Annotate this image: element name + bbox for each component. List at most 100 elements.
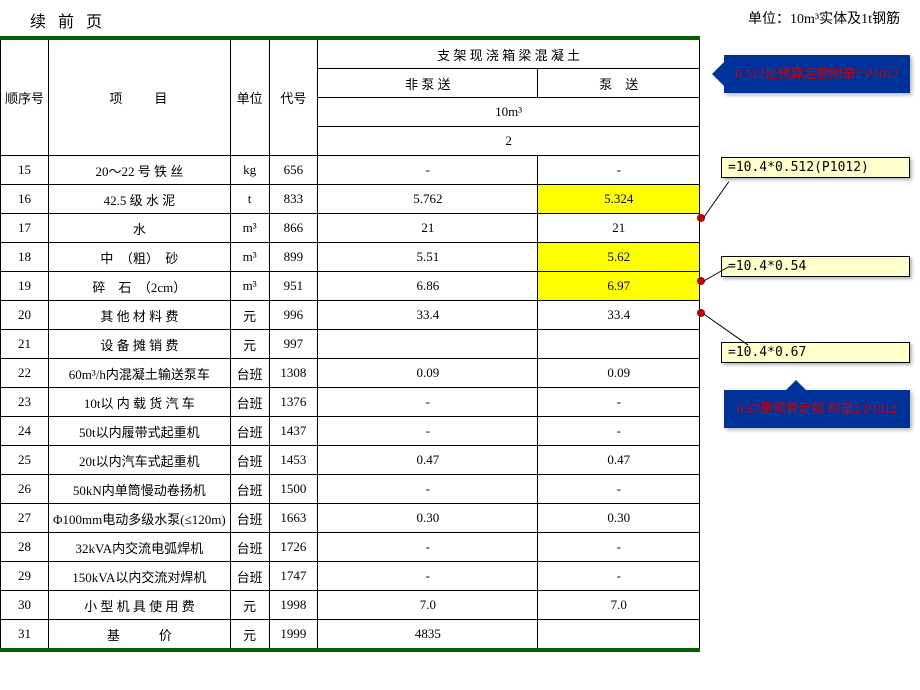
cell: -: [318, 562, 538, 591]
cell: 台班: [230, 417, 269, 446]
cell: 5.62: [538, 243, 700, 272]
col-unit: 单位: [230, 38, 269, 156]
cell: 16: [1, 185, 49, 214]
cell: -: [538, 562, 700, 591]
cell: 30: [1, 591, 49, 620]
cell: 台班: [230, 533, 269, 562]
cell: 1999: [269, 620, 318, 651]
cell: 元: [230, 330, 269, 359]
cell: -: [538, 156, 700, 185]
data-table: 顺序号 项 目 单位 代号 支 架 现 浇 箱 梁 混 凝 土 非 泵 送 泵 …: [0, 36, 700, 652]
cell: -: [318, 156, 538, 185]
cell: 1376: [269, 388, 318, 417]
cell: 42.5 级 水 泥: [49, 185, 231, 214]
cell: 元: [230, 620, 269, 651]
cell: 1500: [269, 475, 318, 504]
col-item: 项 目: [49, 38, 231, 156]
continued-label: 续 前 页: [30, 8, 106, 32]
cell: 6.97: [538, 272, 700, 301]
cell: 0.30: [538, 504, 700, 533]
note-2: =10.4*0.54: [721, 256, 910, 277]
cell: -: [318, 475, 538, 504]
cell: 1747: [269, 562, 318, 591]
cell: 866: [269, 214, 318, 243]
cell: 10t以 内 载 货 汽 车: [49, 388, 231, 417]
cell: 0.09: [318, 359, 538, 388]
cell: 1663: [269, 504, 318, 533]
table-row: 20其 他 材 料 费元99633.433.4: [1, 301, 700, 330]
cell: 18: [1, 243, 49, 272]
cell: 150kVA以内交流对焊机: [49, 562, 231, 591]
col-code2: 2: [318, 127, 700, 156]
cell: -: [318, 388, 538, 417]
cell: 台班: [230, 359, 269, 388]
callout-top: 0.512是预算定额附录2 P1012: [724, 55, 910, 93]
table-row: 21设 备 摊 销 费元997: [1, 330, 700, 359]
cell: 0.09: [538, 359, 700, 388]
table-row: 19碎 石 （2cm）m³9516.866.97: [1, 272, 700, 301]
cell: 17: [1, 214, 49, 243]
cell: 21: [538, 214, 700, 243]
cell: 碎 石 （2cm）: [49, 272, 231, 301]
cell: 996: [269, 301, 318, 330]
callout-bot: 0.67是预算定额 附录2 P1012: [724, 390, 910, 428]
cell: 0.47: [318, 446, 538, 475]
cell: [538, 620, 700, 651]
cell: 951: [269, 272, 318, 301]
cell: 28: [1, 533, 49, 562]
cell: 7.0: [538, 591, 700, 620]
cell: 21: [1, 330, 49, 359]
table-row: 1520～22 号 铁 丝kg656--: [1, 156, 700, 185]
col-sub1: 非 泵 送: [318, 69, 538, 98]
table-row: 30小 型 机 具 使 用 费元19987.07.0: [1, 591, 700, 620]
cell: m³: [230, 243, 269, 272]
cell: 元: [230, 301, 269, 330]
cell: 4835: [318, 620, 538, 651]
unit-label: 单位：10m³实体及1t钢筋: [748, 8, 900, 32]
cell: 50t以内履带式起重机: [49, 417, 231, 446]
cell: 0.30: [318, 504, 538, 533]
col-spec: 10m³: [318, 98, 700, 127]
table-body: 1520～22 号 铁 丝kg656--1642.5 级 水 泥t8335.76…: [1, 156, 700, 651]
col-sub2: 泵 送: [538, 69, 700, 98]
note-3: =10.4*0.67: [721, 342, 910, 363]
cell: 水: [49, 214, 231, 243]
table-row: 2450t以内履带式起重机台班1437--: [1, 417, 700, 446]
cell: 中 （粗） 砂: [49, 243, 231, 272]
cell: 25: [1, 446, 49, 475]
cell: 6.86: [318, 272, 538, 301]
cell: 22: [1, 359, 49, 388]
table-row: 31基 价元19994835: [1, 620, 700, 651]
cell: m³: [230, 272, 269, 301]
cell: kg: [230, 156, 269, 185]
cell: m³: [230, 214, 269, 243]
page-header: 续 前 页 单位：10m³实体及1t钢筋: [0, 0, 920, 36]
cell: 50kN内单筒慢动卷扬机: [49, 475, 231, 504]
cell: 24: [1, 417, 49, 446]
table-row: 1642.5 级 水 泥t8335.7625.324: [1, 185, 700, 214]
cell: 899: [269, 243, 318, 272]
cell: 台班: [230, 388, 269, 417]
table-row: 27Φ100mm电动多级水泵(≤120m)台班16630.300.30: [1, 504, 700, 533]
table-row: 17水m³8662121: [1, 214, 700, 243]
cell: 1998: [269, 591, 318, 620]
cell: 5.324: [538, 185, 700, 214]
cell: 其 他 材 料 费: [49, 301, 231, 330]
table-row: 2260m³/h内混凝土输送泵车台班13080.090.09: [1, 359, 700, 388]
cell: 1453: [269, 446, 318, 475]
cell: 33.4: [318, 301, 538, 330]
cell: 20～22 号 铁 丝: [49, 156, 231, 185]
cell: [538, 330, 700, 359]
cell: 台班: [230, 475, 269, 504]
cell: -: [318, 533, 538, 562]
cell: 5.762: [318, 185, 538, 214]
cell: t: [230, 185, 269, 214]
cell: 1308: [269, 359, 318, 388]
cell: 5.51: [318, 243, 538, 272]
cell: [318, 330, 538, 359]
cell: -: [538, 533, 700, 562]
cell: 基 价: [49, 620, 231, 651]
col-group: 支 架 现 浇 箱 梁 混 凝 土: [318, 38, 700, 69]
leader-line: [703, 313, 749, 345]
table-row: 2520t以内汽车式起重机台班14530.470.47: [1, 446, 700, 475]
